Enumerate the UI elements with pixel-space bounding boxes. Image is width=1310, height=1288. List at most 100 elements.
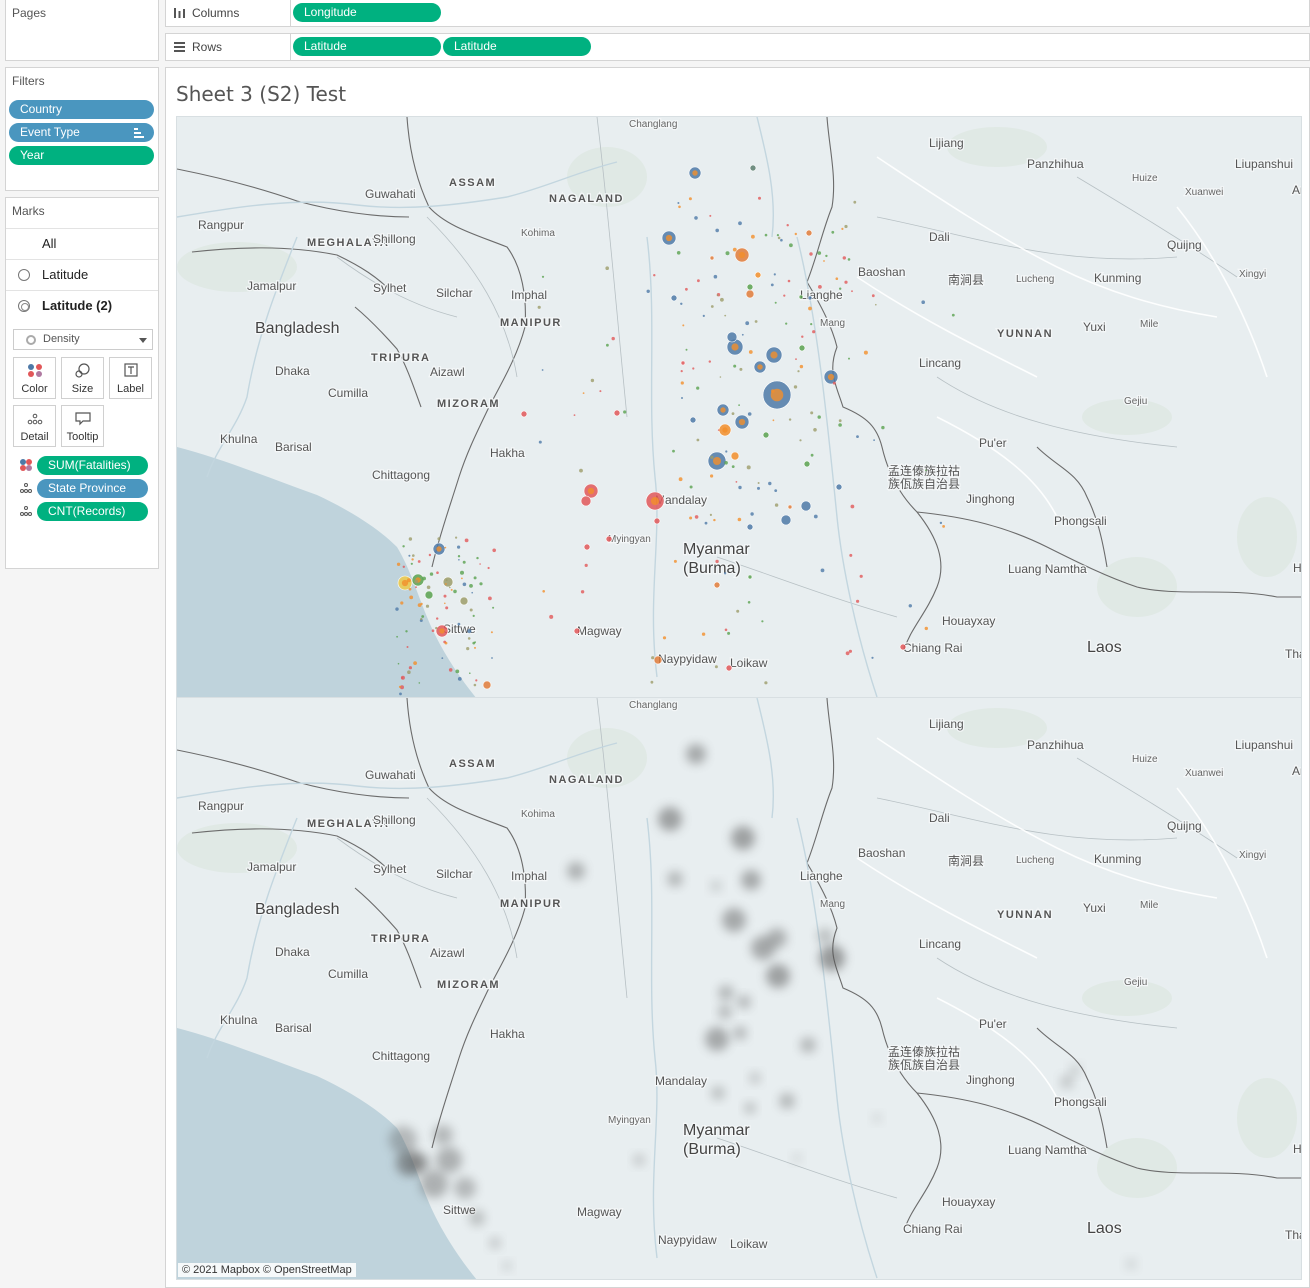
mark-type-dropdown[interactable]: Density	[13, 329, 153, 350]
density-mark	[718, 1005, 732, 1019]
detail-mark	[748, 350, 753, 354]
marks-pill-state-province[interactable]: State Province	[37, 479, 148, 498]
top-place-label: Sylhet	[373, 281, 407, 295]
circle-mark	[762, 431, 770, 439]
map-pane-density[interactable]: Changlang Lijiang Panzhihua Liupanshui Huize…	[176, 698, 1302, 1280]
detail-mark	[444, 602, 446, 605]
marks-tab-all[interactable]: All	[6, 228, 158, 259]
circle-mark	[800, 500, 812, 512]
density-mark	[633, 1154, 645, 1166]
detail-mark	[457, 545, 461, 549]
detail-mark	[731, 465, 735, 468]
detail-mark	[646, 289, 650, 293]
marks-tab-latitude[interactable]: Latitude	[6, 259, 158, 290]
bottom-place-label: Phongsali	[1054, 1095, 1107, 1109]
top-place-label: Quijng	[1167, 238, 1202, 252]
top-place-label: 南涧县	[948, 272, 984, 287]
detail-mark	[650, 680, 654, 684]
bottom-place-label: Panzhihua	[1027, 738, 1084, 752]
top-terrain-3	[1237, 497, 1297, 577]
top-place-label: Mile	[1140, 319, 1159, 330]
detail-mark	[704, 521, 708, 525]
density-mark	[766, 964, 790, 988]
detail-mark	[844, 224, 848, 229]
detail-button[interactable]: Detail	[13, 405, 56, 447]
filter-pill-country[interactable]: Country	[9, 100, 154, 119]
marks-pill-cnt-records[interactable]: CNT(Records)	[37, 502, 148, 521]
detail-mark	[492, 606, 495, 609]
density-mark	[686, 744, 706, 764]
circle-mark	[482, 680, 492, 690]
circle-mark	[798, 344, 806, 352]
detail-mark	[474, 646, 476, 649]
filter-pill-label: Country	[20, 102, 63, 116]
detail-mark	[717, 429, 720, 431]
marks-pill-sum-fatalities[interactable]: SUM(Fatalities)	[37, 456, 148, 475]
detail-mark	[689, 516, 693, 520]
map-pane-circles[interactable]: Changlang Lijiang Panzhihua Liupanshui Huize…	[176, 116, 1302, 698]
detail-mark	[623, 410, 627, 414]
bottom-place-label: ASSAM	[449, 758, 496, 770]
size-icon	[75, 363, 90, 378]
map-canvas-top[interactable]: Changlang Lijiang Panzhihua Liupanshui Huize…	[177, 117, 1302, 698]
top-place-label: Yuxi	[1083, 320, 1106, 334]
columns-pill-longitude[interactable]: Longitude	[293, 3, 441, 22]
chevron-down-icon	[139, 338, 147, 343]
detail-mark	[713, 518, 716, 522]
detail-mark	[725, 450, 728, 453]
top-place-label: Baoshan	[858, 265, 905, 279]
detail-mark	[797, 370, 800, 373]
detail-mark	[688, 197, 692, 201]
detail-mark	[445, 583, 447, 585]
detail-mark	[715, 228, 719, 233]
detail-mark	[842, 256, 846, 260]
density-mark	[567, 862, 585, 880]
detail-mark	[573, 414, 576, 416]
detail-mark	[396, 635, 398, 638]
filter-pill-event-type[interactable]: Event Type	[9, 123, 154, 142]
bottom-place-label: Cumilla	[328, 967, 368, 981]
size-button[interactable]: Size	[61, 357, 104, 399]
bottom-place-label: 南涧县	[948, 853, 984, 868]
tableau-workspace: Pages Filters Country Event Type Year Ma…	[0, 0, 1310, 1288]
bottom-place-label: Myanmar	[683, 1122, 750, 1139]
detail-mark	[738, 404, 740, 406]
label-button[interactable]: Label	[109, 357, 152, 399]
detail-mark	[420, 617, 423, 621]
top-place-label: Loikaw	[730, 656, 768, 670]
detail-mark	[942, 525, 945, 528]
detail-mark	[795, 358, 797, 360]
marks-tab-latitude-2[interactable]: Latitude (2)	[6, 290, 158, 321]
filter-pill-year[interactable]: Year	[9, 146, 154, 165]
detail-mark	[859, 574, 863, 578]
rows-pill-latitude-2[interactable]: Latitude	[443, 37, 591, 56]
map-canvas-bottom[interactable]: Changlang Lijiang Panzhihua Liupanshui Huize…	[177, 698, 1302, 1280]
tooltip-button[interactable]: Tooltip	[61, 405, 104, 447]
bottom-place-label: Dhaka	[275, 945, 310, 959]
button-label: Tooltip	[66, 431, 99, 443]
top-place-label: Jinghong	[966, 492, 1015, 506]
bottom-place-label: Thanh	[1285, 1228, 1302, 1242]
detail-mark	[473, 576, 477, 580]
density-mark	[722, 908, 746, 932]
sort-bars-icon	[134, 128, 144, 138]
detail-mark	[771, 389, 775, 393]
circle-mark	[605, 535, 613, 543]
bottom-place-label: Pu'er	[979, 1017, 1007, 1031]
bottom-place-label: Xuanwei	[1185, 768, 1223, 779]
color-button[interactable]: Color	[13, 357, 56, 399]
shelf-pill-label: Latitude	[454, 39, 497, 53]
detail-mark	[776, 234, 780, 237]
top-place-label: Silchar	[436, 286, 473, 300]
detail-mark	[817, 251, 822, 255]
top-place-label: An	[1292, 183, 1302, 197]
detail-mark	[653, 274, 656, 277]
detail-mark	[875, 303, 877, 306]
circle-mark-inner	[738, 418, 746, 426]
density-mark	[817, 928, 833, 944]
rows-pill-latitude[interactable]: Latitude	[293, 37, 441, 56]
circle-mark	[613, 409, 621, 417]
top-place-label: Dhaka	[275, 364, 310, 378]
top-place-label: Chiang Rai	[903, 641, 962, 655]
bottom-place-label: MIZORAM	[437, 979, 500, 991]
